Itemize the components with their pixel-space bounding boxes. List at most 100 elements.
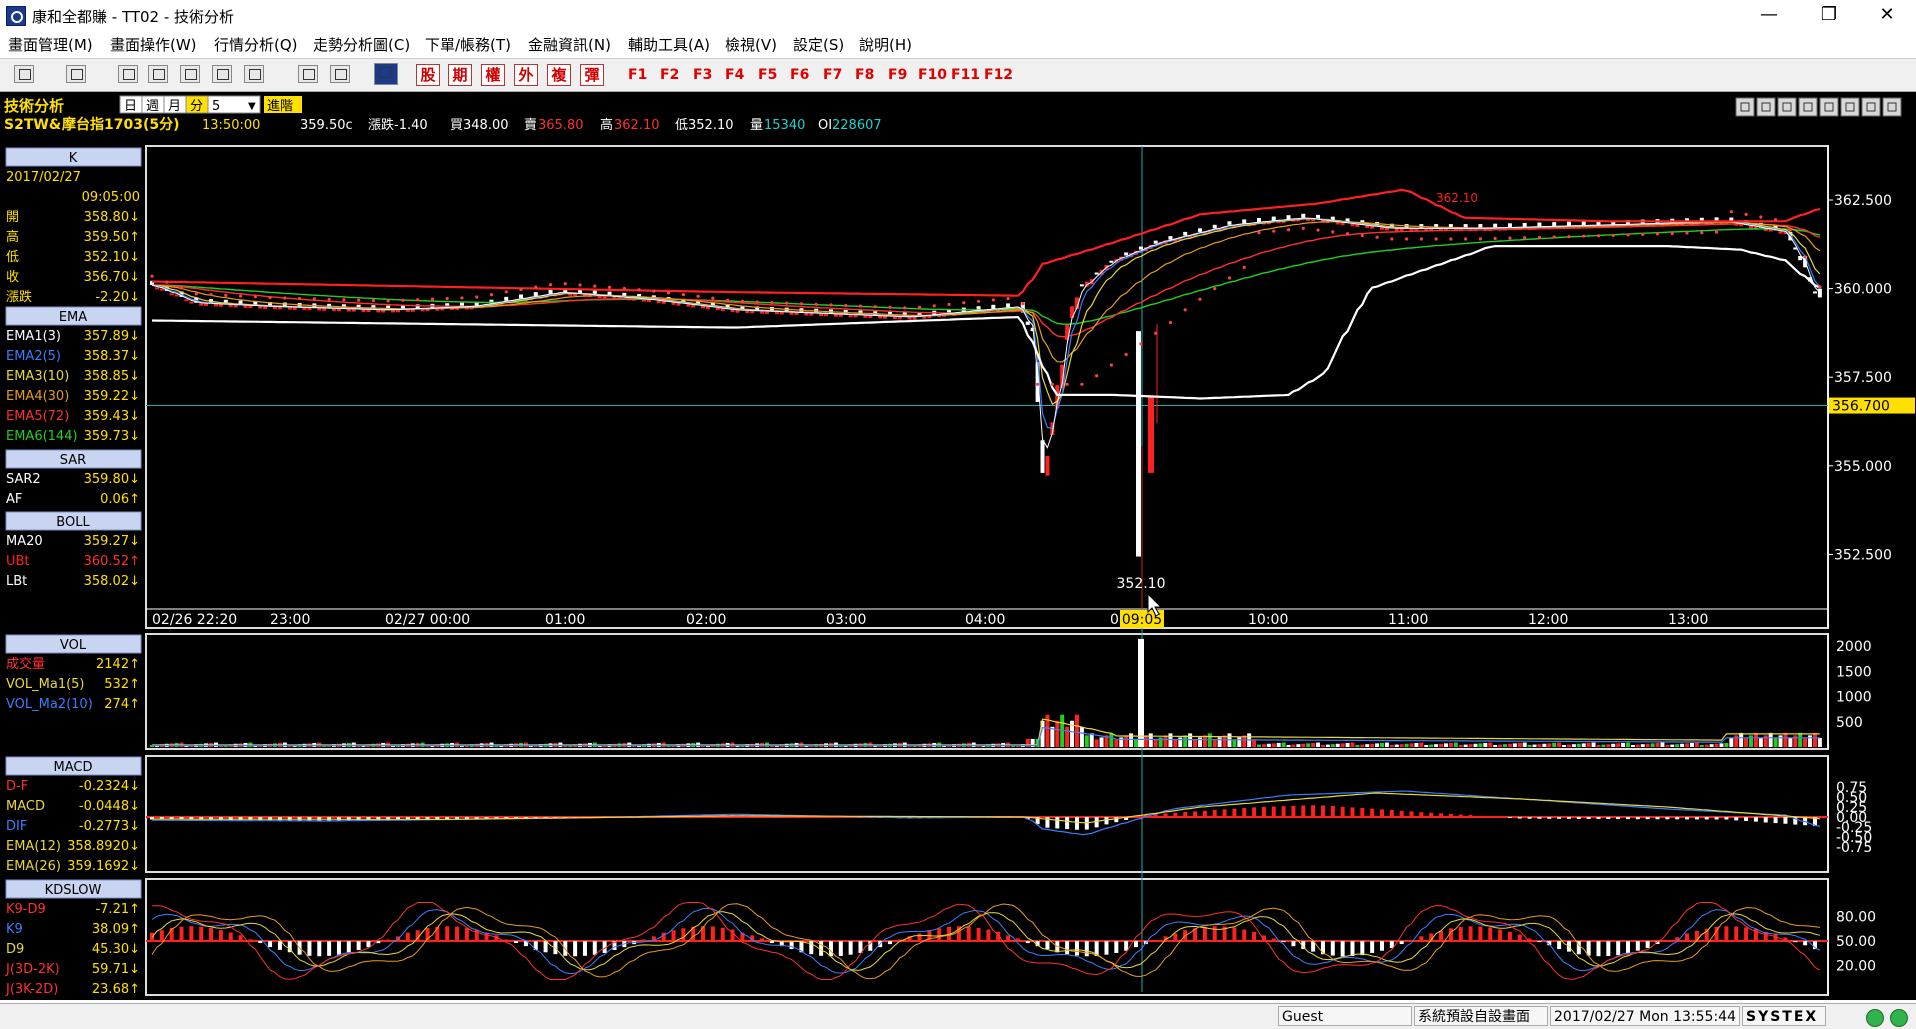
kd-histogram-bar	[159, 930, 164, 942]
price-tick: 362.500	[1834, 193, 1892, 209]
f7-button[interactable]: F7	[823, 67, 842, 83]
menu-screen-manage[interactable]: 畫面管理(M)	[8, 34, 93, 55]
menu-trend-chart[interactable]: 走勢分析圖(C)	[313, 34, 410, 55]
volume-bar	[1542, 743, 1547, 747]
candle	[243, 305, 248, 308]
volume-bar	[1281, 742, 1286, 747]
indicator-value: 45.30↓	[92, 942, 140, 957]
time-tick: 04:00	[965, 612, 1005, 628]
f11-button[interactable]: F11	[951, 67, 980, 83]
indicator-label: EMA(26)	[6, 859, 61, 874]
sar-dot	[1021, 302, 1025, 306]
f5-button[interactable]: F5	[758, 67, 777, 83]
kd-histogram-bar	[592, 941, 597, 955]
window-list-icon[interactable]	[330, 65, 350, 83]
kd-histogram-bar	[1084, 941, 1089, 957]
brand-icon[interactable]	[374, 63, 398, 85]
tile-icon[interactable]	[180, 65, 200, 83]
settings-icon	[1882, 97, 1902, 117]
flexible-button[interactable]: 彈	[580, 64, 604, 86]
cascade-icon[interactable]	[212, 65, 232, 83]
f2-button[interactable]: F2	[660, 67, 679, 83]
kd-histogram-bar	[976, 927, 981, 942]
volume-bar	[1158, 737, 1163, 747]
volume-bar	[1212, 739, 1217, 747]
f12-button[interactable]: F12	[984, 67, 1013, 83]
maximize-button[interactable]: ❐	[1806, 0, 1852, 30]
link-icon[interactable]	[298, 65, 318, 83]
chart-canvas[interactable]: 技術分析 日 週 月 分 5 ▼ 進階 S2TW& 摩台指1703(5分) 13…	[0, 92, 1916, 1000]
f4-button[interactable]: F4	[725, 67, 744, 83]
macd-histogram-bar	[1468, 815, 1473, 818]
minimize-button[interactable]: —	[1746, 0, 1792, 30]
save-layout-icon[interactable]	[66, 65, 86, 83]
kd-histogram-bar	[917, 933, 922, 942]
kd-histogram-bar	[1360, 941, 1365, 956]
volume-bar	[1576, 743, 1581, 747]
menu-financial-info[interactable]: 金融資訊(N)	[528, 34, 611, 55]
candle	[646, 299, 651, 303]
candle	[1183, 231, 1188, 236]
sar-dot	[1419, 237, 1423, 241]
kd-histogram-bar	[366, 941, 371, 948]
menu-bar: 畫面管理(M) 畫面操作(W) 行情分析(Q) 走勢分析圖(C) 下單/帳務(T…	[0, 31, 1916, 55]
candle	[720, 308, 725, 311]
volume-bar	[1089, 733, 1094, 747]
sar-dot	[1685, 231, 1689, 235]
sar-dot	[1050, 382, 1054, 386]
menu-quote-analysis[interactable]: 行情分析(Q)	[214, 34, 298, 55]
sar-dot	[1729, 210, 1733, 214]
indicator-label: D-F	[6, 779, 28, 794]
connection-status-icon	[1866, 1009, 1884, 1027]
kd-histogram-bar	[1635, 941, 1640, 951]
macd-histogram-bar	[1606, 817, 1611, 820]
layout-icon[interactable]	[14, 65, 34, 83]
stock-button[interactable]: 股	[416, 64, 440, 86]
volume-bar	[1370, 743, 1375, 747]
sar-dot	[150, 274, 154, 278]
f1-button[interactable]: F1	[628, 67, 647, 83]
volume-bar	[1429, 744, 1434, 747]
volume-bar	[1163, 735, 1168, 747]
indicator-label: AF	[6, 492, 22, 507]
close-button[interactable]: ✕	[1864, 0, 1910, 30]
macd-histogram-bar	[1714, 817, 1719, 820]
volume-bar	[1488, 742, 1493, 747]
menu-order-account[interactable]: 下單/帳務(T)	[425, 34, 511, 55]
price-tick: 352.500	[1834, 547, 1892, 563]
volume-bar	[1316, 742, 1321, 747]
futures-button[interactable]: 期	[448, 64, 472, 86]
technical-analysis-window[interactable]: 技術分析 日 週 月 分 5 ▼ 進階 S2TW& 摩台指1703(5分) 13…	[0, 92, 1916, 1000]
color-icon[interactable]	[244, 65, 264, 83]
close-window-icon[interactable]	[148, 65, 168, 83]
macd-histogram-bar	[1340, 806, 1345, 818]
f6-button[interactable]: F6	[790, 67, 809, 83]
zoom-icon[interactable]	[118, 65, 138, 83]
options-button[interactable]: 權	[481, 64, 505, 86]
f10-button[interactable]: F10	[918, 67, 947, 83]
f9-button[interactable]: F9	[888, 67, 907, 83]
volume-bar	[1124, 735, 1129, 747]
sar-dot	[1242, 265, 1246, 269]
sar-dot	[637, 288, 641, 292]
menu-tools[interactable]: 輔助工具(A)	[628, 34, 710, 55]
macd-histogram-bar	[1478, 815, 1483, 818]
menu-settings[interactable]: 設定(S)	[793, 34, 844, 55]
f8-button[interactable]: F8	[855, 67, 874, 83]
volume-bar	[1581, 743, 1586, 747]
candle	[1335, 221, 1340, 225]
candle	[1340, 222, 1345, 226]
candle	[1040, 440, 1045, 473]
menu-help[interactable]: 說明(H)	[859, 34, 912, 55]
kd-histogram-bar	[455, 926, 460, 942]
candle	[691, 304, 696, 308]
sar-dot	[991, 298, 995, 302]
indicator-value: 359.43↓	[84, 409, 140, 424]
sar-dot	[1788, 228, 1792, 232]
menu-view[interactable]: 檢視(V)	[725, 34, 777, 55]
foreign-button[interactable]: 外	[514, 64, 538, 86]
compound-button[interactable]: 複	[547, 64, 571, 86]
volume-bar	[1670, 744, 1675, 747]
menu-screen-operate[interactable]: 畫面操作(W)	[110, 34, 197, 55]
f3-button[interactable]: F3	[693, 67, 712, 83]
